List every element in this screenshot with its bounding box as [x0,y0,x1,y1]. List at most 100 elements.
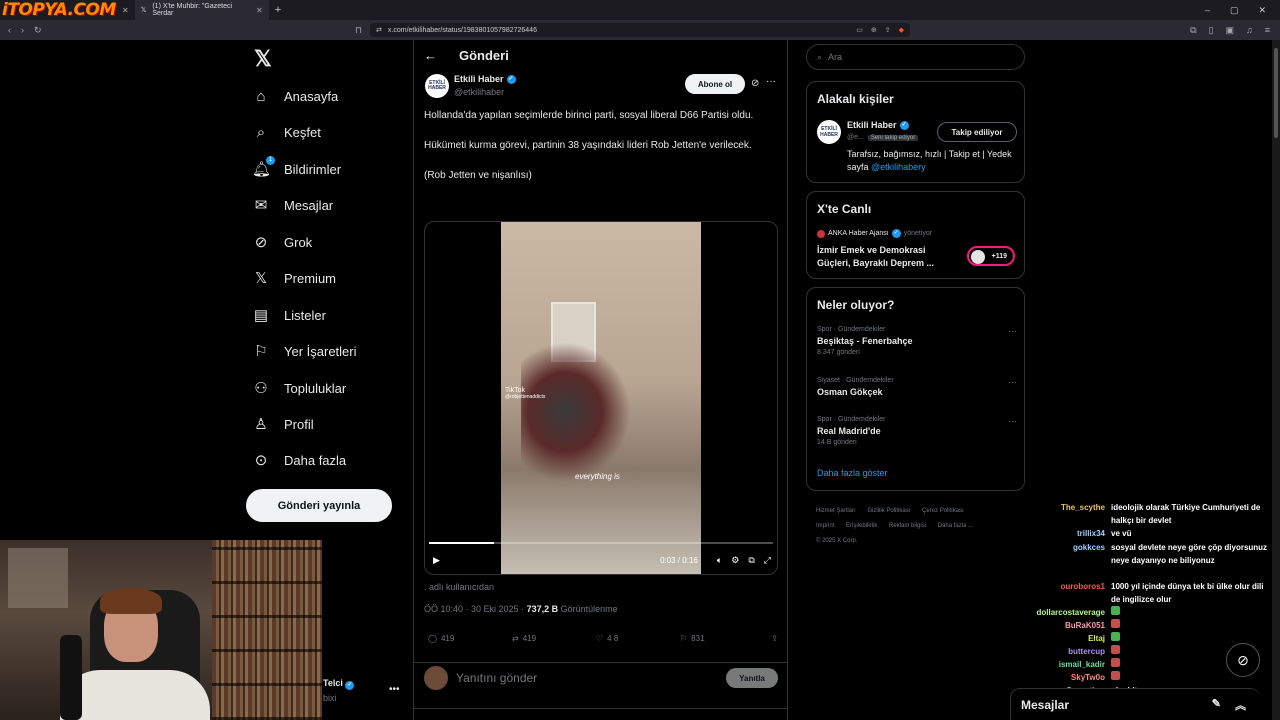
pip-icon[interactable]: ⧉ [748,555,754,566]
chat-username[interactable]: dollarcostaverage [1010,606,1105,619]
reply-input[interactable]: Yanıtını gönder [456,671,537,685]
sidebar-icon[interactable]: ▯ [1209,25,1214,36]
bookmark-page-icon[interactable]: ⊓ [355,25,362,36]
following-button[interactable]: Takip ediliyor [937,122,1017,142]
footer-link[interactable]: Erişilebilirlik [846,523,877,529]
back-icon[interactable]: ‹ [8,25,11,36]
trend-item[interactable]: Siyaset · Gündemdekiler Osman Gökçek ··· [817,377,1017,397]
more-icon[interactable]: ••• [389,684,400,695]
fullscreen-icon[interactable]: ⤢ [764,555,771,566]
zoom-icon[interactable]: ⊕ [871,26,877,34]
author-info[interactable]: Etkili Haber ✓ @etkilihaber [454,74,516,97]
author-name[interactable]: Etkili Haber [454,74,504,84]
user-avatar[interactable] [424,666,448,690]
chat-username[interactable]: trillix34 [1010,527,1105,540]
volume-icon[interactable]: 🔈︎ [717,555,722,566]
nav-item-home[interactable]: ⌂ Anasayfa [252,84,338,108]
chat-username[interactable]: The_scythe [1010,501,1105,527]
search-input[interactable]: ⌕ Ara [806,44,1025,70]
chat-username[interactable]: ouroboros1 [1010,580,1105,606]
account-switcher[interactable]: Telci ✓ bixi ••• [323,678,403,703]
back-arrow-icon[interactable]: ← [424,48,437,63]
extension-icon[interactable]: ⧉ [1190,25,1196,36]
url-bar[interactable]: ⇄ x.com/etkilihaber/status/1983801057982… [370,23,911,37]
relevant-name[interactable]: Etkili Haber ✓ [847,120,909,130]
post-button[interactable]: Gönderi yayınla [246,489,392,522]
author-avatar[interactable]: ETKİLİ HABER [817,120,841,144]
more-icon[interactable]: ··· [1008,326,1017,336]
chat-username[interactable]: ismail_kadir [1010,658,1105,671]
repost-button[interactable]: ⇄ 419 [512,634,596,643]
like-button[interactable]: ♡ 4 8 [596,634,680,643]
nav-item-grok[interactable]: ⊘ Grok [252,230,312,254]
nav-item-profile[interactable]: ♙ Profil [252,412,313,436]
share-icon[interactable]: ⇪ [885,26,891,34]
footer-link[interactable]: Daha fazla ... [938,523,973,529]
show-more-link[interactable]: Daha fazla göster [817,468,888,478]
nav-item-lists[interactable]: ▤ Listeler [252,303,326,327]
nav-item-premium[interactable]: 𝕏 Premium [252,266,336,290]
settings-icon[interactable]: ⚙ [731,555,739,566]
expand-icon[interactable]: ︽ [1235,697,1246,713]
video-player[interactable]: TikTok @robjettenaddicts everything is ▶… [424,221,778,575]
reply-button[interactable]: ◯ 419 [428,634,512,643]
video-progress-bar[interactable] [429,542,773,544]
chat-username[interactable]: SkyTw0o [1010,671,1105,684]
live-source[interactable]: ANKA Haber Ajansı ✓ yönetiyor [817,229,932,238]
footer-link[interactable]: Çerez Politikası [922,508,964,514]
browser-tab-inactive[interactable]: ✕ [116,0,135,20]
footer-link[interactable]: Gizlilik Politikası [867,508,910,514]
trend-item[interactable]: Spor · Gündemdekiler Beşiktaş - Fenerbah… [817,326,1017,356]
x-logo-icon[interactable]: 𝕏 [254,46,272,72]
more-icon[interactable]: ··· [766,76,776,87]
trend-item[interactable]: Spor · Gündemdekiler Real Madrid'de 14 B… [817,416,1017,446]
live-title[interactable]: İzmir Emek ve Demokrasi Güçleri, Bayrakl… [817,244,957,270]
nav-item-bookmarks[interactable]: ⚐ Yer İşaretleri [252,339,356,363]
share-button[interactable]: ⇪ [771,634,778,643]
reply-submit-button[interactable]: Yanıtla [726,668,778,688]
chat-username[interactable]: BuRaK051 [1010,619,1105,632]
screen-icon[interactable]: ▭ [856,26,863,34]
footer-link[interactable]: Imprint [816,523,834,529]
author-avatar[interactable]: ETKİLİ HABER [425,74,449,98]
close-icon[interactable]: ✕ [256,6,263,15]
forward-icon[interactable]: › [21,25,24,36]
chat-username[interactable]: Eltaj [1010,632,1105,645]
nav-item-explore[interactable]: ⌕ Keşfet [252,120,321,144]
new-tab-button[interactable]: + [269,4,287,16]
nav-item-more[interactable]: ⊙ Daha fazla [252,448,346,472]
chat-username[interactable]: gokkces [1010,541,1105,567]
bio-link[interactable]: @etkilihabery [871,162,926,172]
close-window-icon[interactable]: ✕ [1258,5,1266,16]
messages-drawer[interactable]: Mesajlar ✎ ︽ [1010,688,1260,720]
reload-icon[interactable]: ↻ [34,25,42,36]
grok-floating-button[interactable]: ⊘ [1226,643,1260,677]
nav-item-notifications[interactable]: 🔔︎ 1 Bildirimler [252,156,341,181]
subscribe-button[interactable]: Abone ol [685,74,745,94]
bookmark-button[interactable]: ⚐ 831 [680,634,764,643]
scrollbar-thumb[interactable] [1274,48,1278,138]
music-icon[interactable]: ♫ [1246,25,1253,36]
footer-link[interactable]: Reklam bilgisi [889,523,926,529]
more-icon[interactable]: ··· [1008,377,1017,387]
author-handle[interactable]: @etkilihaber [454,87,516,97]
live-listeners-badge[interactable]: +119 [967,246,1015,266]
new-message-icon[interactable]: ✎ [1212,697,1221,713]
menu-icon[interactable]: ≡ [1265,25,1270,36]
footer-link[interactable]: Hizmet Şartları [816,508,856,514]
video-attribution[interactable]: . adlı kullanıcıdan [424,582,494,592]
chat-username[interactable]: buttercup [1010,645,1105,658]
minimize-icon[interactable]: – [1205,5,1210,16]
close-icon[interactable]: ✕ [122,6,129,15]
nav-item-communities[interactable]: ⚇ Topluluklar [252,376,346,400]
browser-tab-active[interactable]: 𝕏 (1) X'te Muhbir: "Gazeteci Serdar ✕ [134,0,269,20]
nav-item-messages[interactable]: ✉ Mesajlar [252,193,333,217]
play-icon[interactable]: ▶ [433,555,440,566]
maximize-icon[interactable]: ▢ [1230,5,1239,16]
wallet-icon[interactable]: ▣ [1225,25,1234,36]
brave-shield-icon[interactable]: ◆ [899,26,904,34]
site-info-icon[interactable]: ⇄ [376,26,382,34]
page-scrollbar[interactable] [1272,40,1280,720]
grok-icon[interactable]: ⊘ [751,78,759,89]
more-icon[interactable]: ··· [1008,416,1017,426]
